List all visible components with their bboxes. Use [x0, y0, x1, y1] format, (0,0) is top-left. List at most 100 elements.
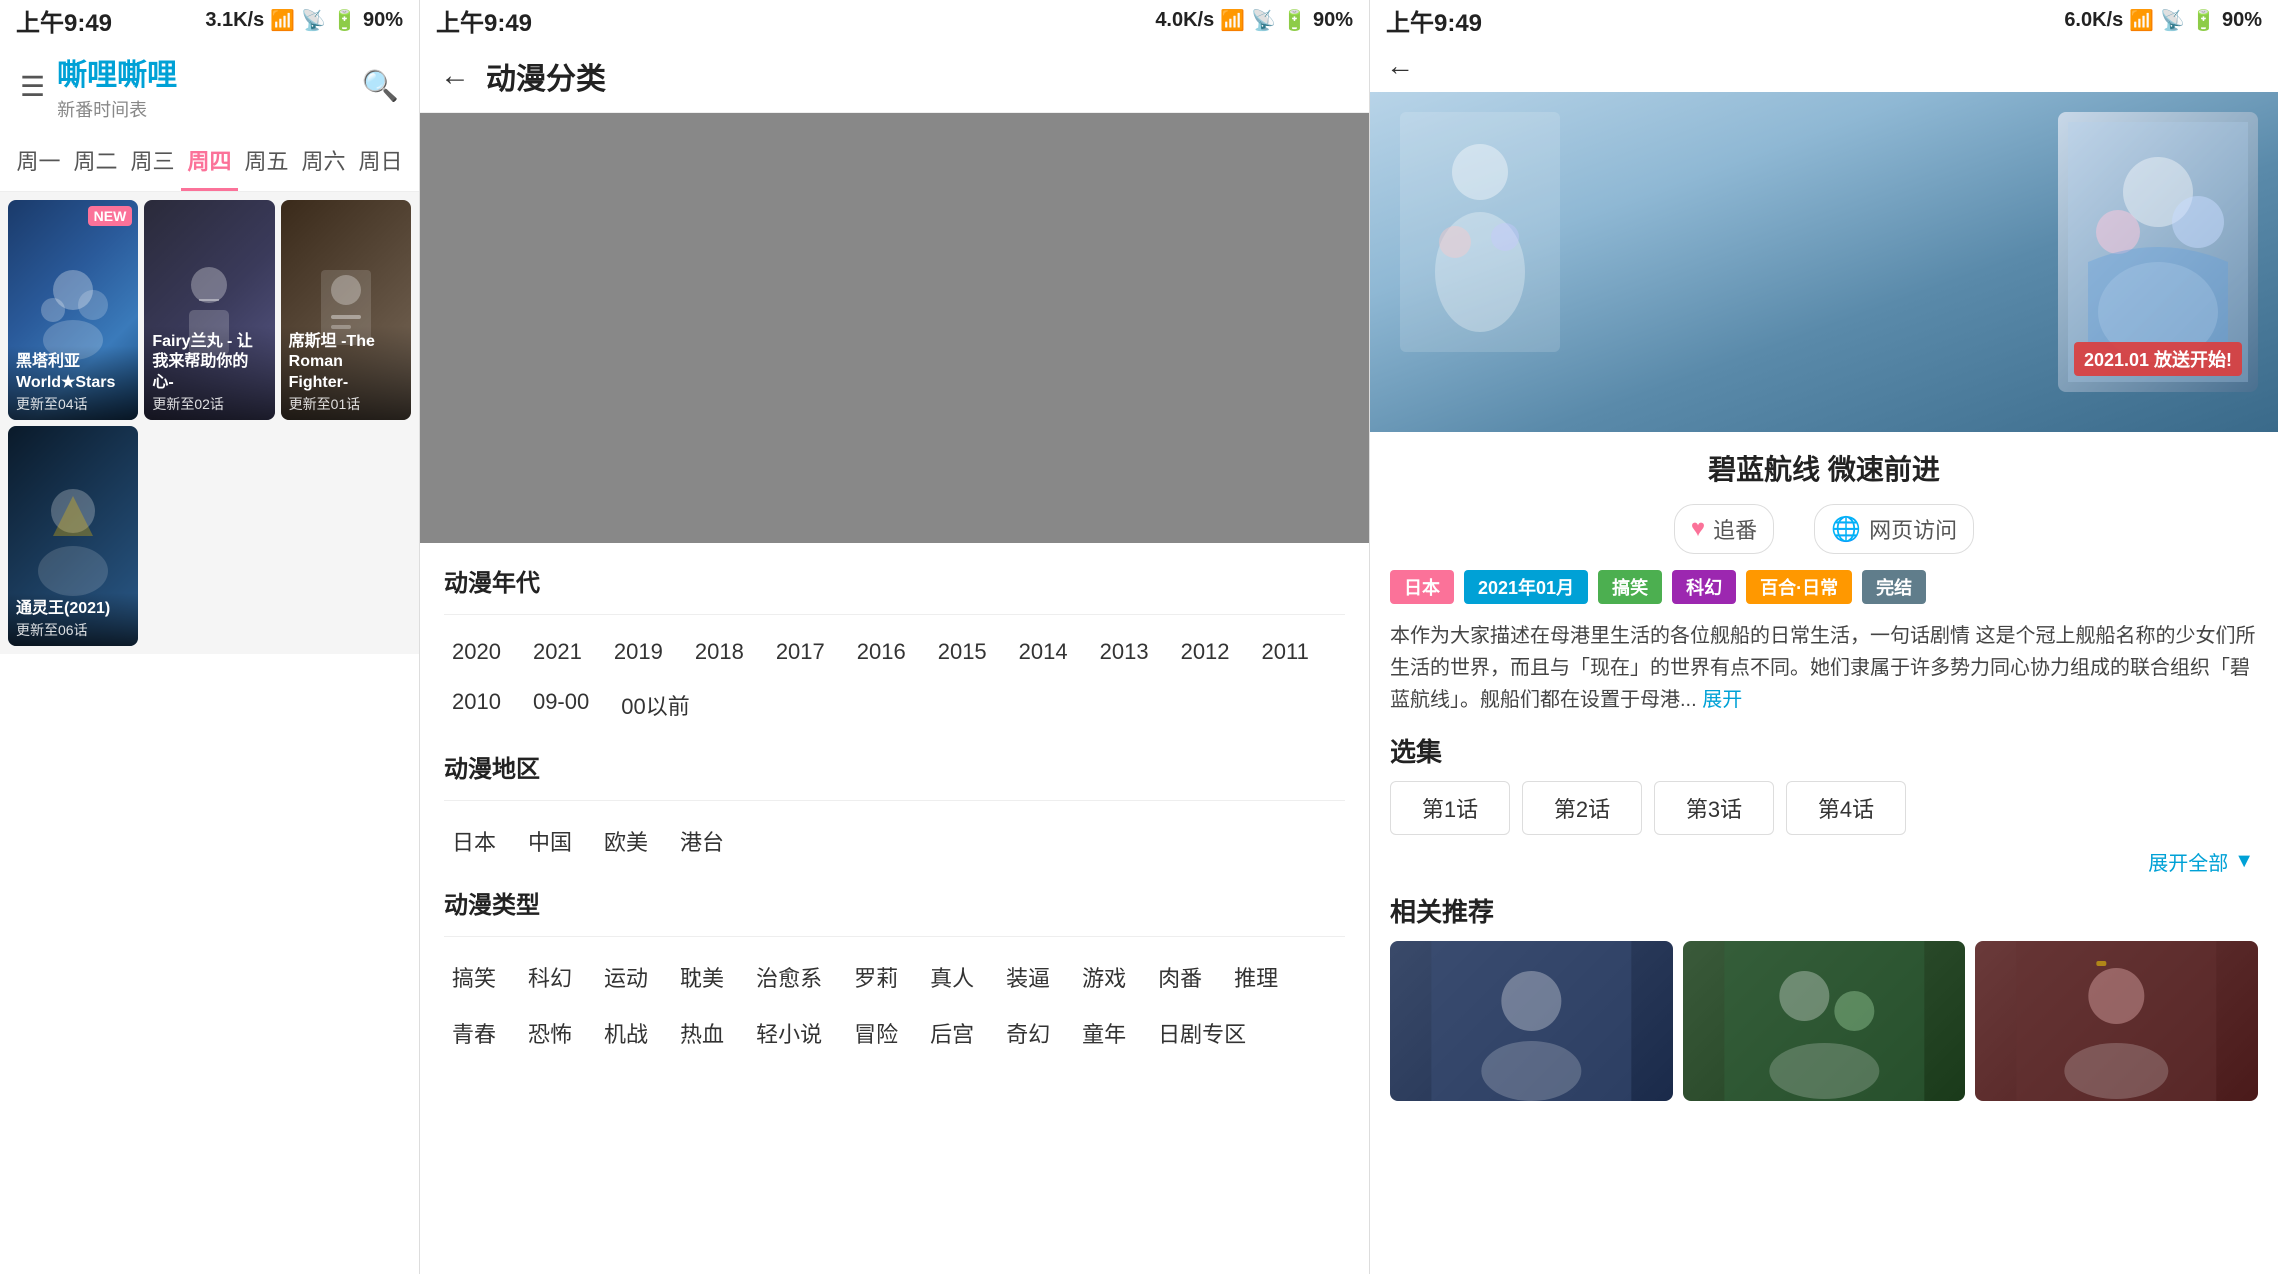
episode-2[interactable]: 第2话: [1522, 781, 1642, 835]
web-visit-button[interactable]: 🌐 网页访问: [1814, 504, 1974, 554]
anime-card-2[interactable]: Fairy兰丸 - 让我来帮助你的心- 更新至02话: [144, 200, 274, 420]
tag-youth[interactable]: 青春: [444, 1013, 504, 1053]
tag-comedy-detail[interactable]: 搞笑: [1598, 570, 1662, 604]
tag-2017[interactable]: 2017: [768, 635, 833, 669]
tag-2016[interactable]: 2016: [849, 635, 914, 669]
anime-card-3[interactable]: 席斯坦 -The Roman Fighter- 更新至01话: [281, 200, 411, 420]
tag-fan[interactable]: 肉番: [1150, 957, 1210, 997]
tag-japan-detail[interactable]: 日本: [1390, 570, 1454, 604]
wifi-icon-3: 📡: [2160, 8, 2185, 33]
expand-all-label: 展开全部: [2148, 847, 2228, 876]
tag-2011[interactable]: 2011: [1254, 635, 1317, 669]
tag-yuri[interactable]: 百合·日常: [1746, 570, 1852, 604]
episode-4[interactable]: 第4话: [1786, 781, 1906, 835]
tag-date[interactable]: 2021年01月: [1464, 570, 1588, 604]
tag-danmei[interactable]: 耽美: [672, 957, 732, 997]
tag-2021[interactable]: 2021: [525, 635, 590, 669]
category-title: 动漫分类: [486, 54, 606, 98]
tag-adventure[interactable]: 冒险: [846, 1013, 906, 1053]
tag-scifi-detail[interactable]: 科幻: [1672, 570, 1736, 604]
panel-detail: 上午9:49 6.0K/s 📶 📡 🔋 90% ←: [1370, 0, 2278, 1274]
tag-2020[interactable]: 2020: [444, 635, 509, 669]
tag-china[interactable]: 中国: [520, 821, 580, 861]
episodes-section-title: 选集: [1390, 732, 2258, 769]
tab-sunday[interactable]: 周日: [352, 132, 409, 191]
hero-cover: 2021.01 放送开始!: [2058, 112, 2258, 392]
tag-00before[interactable]: 00以前: [613, 685, 697, 725]
tag-jdrama[interactable]: 日剧专区: [1150, 1013, 1254, 1053]
network-speed-3: 6.0K/s: [2064, 9, 2123, 32]
detail-header: ←: [1370, 40, 2278, 92]
anime-description: 本作为大家描述在母港里生活的各位舰船的日常生活，一句话剧情 这是个冠上舰船名称的…: [1390, 620, 2258, 716]
network-speed-1: 3.1K/s: [205, 9, 264, 32]
tag-hktw[interactable]: 港台: [672, 821, 732, 861]
episode-1[interactable]: 第1话: [1390, 781, 1510, 835]
expand-all-button[interactable]: 展开全部 ▼: [1390, 847, 2258, 876]
tag-fantasy[interactable]: 奇幻: [998, 1013, 1058, 1053]
tag-2019[interactable]: 2019: [606, 635, 671, 669]
anime-card-4[interactable]: 通灵王(2021) 更新至06话: [8, 426, 138, 646]
status-bar-2: 上午9:49 4.0K/s 📶 📡 🔋 90%: [420, 0, 1369, 40]
tag-mystery[interactable]: 推理: [1226, 957, 1286, 997]
related-card-1[interactable]: [1390, 941, 1673, 1101]
tag-2010[interactable]: 2010: [444, 685, 509, 725]
back-button-3[interactable]: ←: [1386, 50, 1414, 82]
related-art-1: [1390, 941, 1673, 1101]
card-title-4: 通灵王(2021): [16, 599, 130, 620]
anime-card-1[interactable]: NEW 黑塔利亚 World★Stars 更新至04话: [8, 200, 138, 420]
expand-description[interactable]: 展开: [1702, 689, 1742, 711]
tag-2012[interactable]: 2012: [1173, 635, 1238, 669]
card-overlay-2: Fairy兰丸 - 让我来帮助你的心- 更新至02话: [144, 326, 274, 420]
tag-2014[interactable]: 2014: [1011, 635, 1076, 669]
tag-game[interactable]: 游戏: [1074, 957, 1134, 997]
related-art-2: [1683, 941, 1966, 1101]
anime-tags: 日本 2021年01月 搞笑 科幻 百合·日常 完结: [1390, 570, 2258, 604]
search-button[interactable]: 🔍: [362, 69, 399, 104]
tag-complete[interactable]: 完结: [1862, 570, 1926, 604]
tab-friday[interactable]: 周五: [238, 132, 295, 191]
tag-europe[interactable]: 欧美: [596, 821, 656, 861]
hero-badge: 2021.01 放送开始!: [2074, 342, 2242, 376]
anime-info: 碧蓝航线 微速前进 ♥ 追番 🌐 网页访问 日本 2021年01月 搞笑 科幻 …: [1370, 432, 2278, 1117]
tab-thursday[interactable]: 周四: [181, 132, 238, 191]
related-card-3[interactable]: [1975, 941, 2258, 1101]
tab-tuesday[interactable]: 周二: [67, 132, 124, 191]
tag-0900[interactable]: 09-00: [525, 685, 597, 725]
tag-comedy[interactable]: 搞笑: [444, 957, 504, 997]
anime-grid: NEW 黑塔利亚 World★Stars 更新至04话 Fairy兰丸 - 让我…: [0, 192, 419, 654]
tag-mecha[interactable]: 机战: [596, 1013, 656, 1053]
hamburger-icon[interactable]: ☰: [20, 70, 45, 103]
related-card-2[interactable]: [1683, 941, 1966, 1101]
divider-region: [444, 800, 1345, 801]
tag-scifi[interactable]: 科幻: [520, 957, 580, 997]
follow-button[interactable]: ♥ 追番: [1674, 504, 1774, 554]
tag-2013[interactable]: 2013: [1092, 635, 1157, 669]
tag-live[interactable]: 真人: [922, 957, 982, 997]
tag-style[interactable]: 装逼: [998, 957, 1058, 997]
tag-sports[interactable]: 运动: [596, 957, 656, 997]
related-grid: [1390, 941, 2258, 1101]
tag-loli[interactable]: 罗莉: [846, 957, 906, 997]
tag-lightnovel[interactable]: 轻小说: [748, 1013, 830, 1053]
card-title-3: 席斯坦 -The Roman Fighter-: [289, 332, 403, 394]
tag-horror[interactable]: 恐怖: [520, 1013, 580, 1053]
tab-wednesday[interactable]: 周三: [124, 132, 181, 191]
tag-japan[interactable]: 日本: [444, 821, 504, 861]
tab-monday[interactable]: 周一: [10, 132, 67, 191]
related-art-3: [1975, 941, 2258, 1101]
episode-3[interactable]: 第3话: [1654, 781, 1774, 835]
card-overlay-1: 黑塔利亚 World★Stars 更新至04话: [8, 346, 138, 420]
tag-healing[interactable]: 治愈系: [748, 957, 830, 997]
tag-childhood[interactable]: 童年: [1074, 1013, 1134, 1053]
tab-saturday[interactable]: 周六: [295, 132, 352, 191]
back-button-2[interactable]: ←: [440, 59, 470, 93]
app-subtitle: 新番时间表: [57, 96, 177, 122]
tag-2015[interactable]: 2015: [930, 635, 995, 669]
battery-icon-1: 🔋: [332, 8, 357, 33]
wifi-icon-1: 📡: [301, 8, 326, 33]
tag-2018[interactable]: 2018: [687, 635, 752, 669]
tag-harem[interactable]: 后宫: [922, 1013, 982, 1053]
tag-action[interactable]: 热血: [672, 1013, 732, 1053]
logo-area: ☰ 嘶哩嘶哩 新番时间表: [20, 50, 177, 122]
hero-char-left: [1400, 112, 1560, 352]
